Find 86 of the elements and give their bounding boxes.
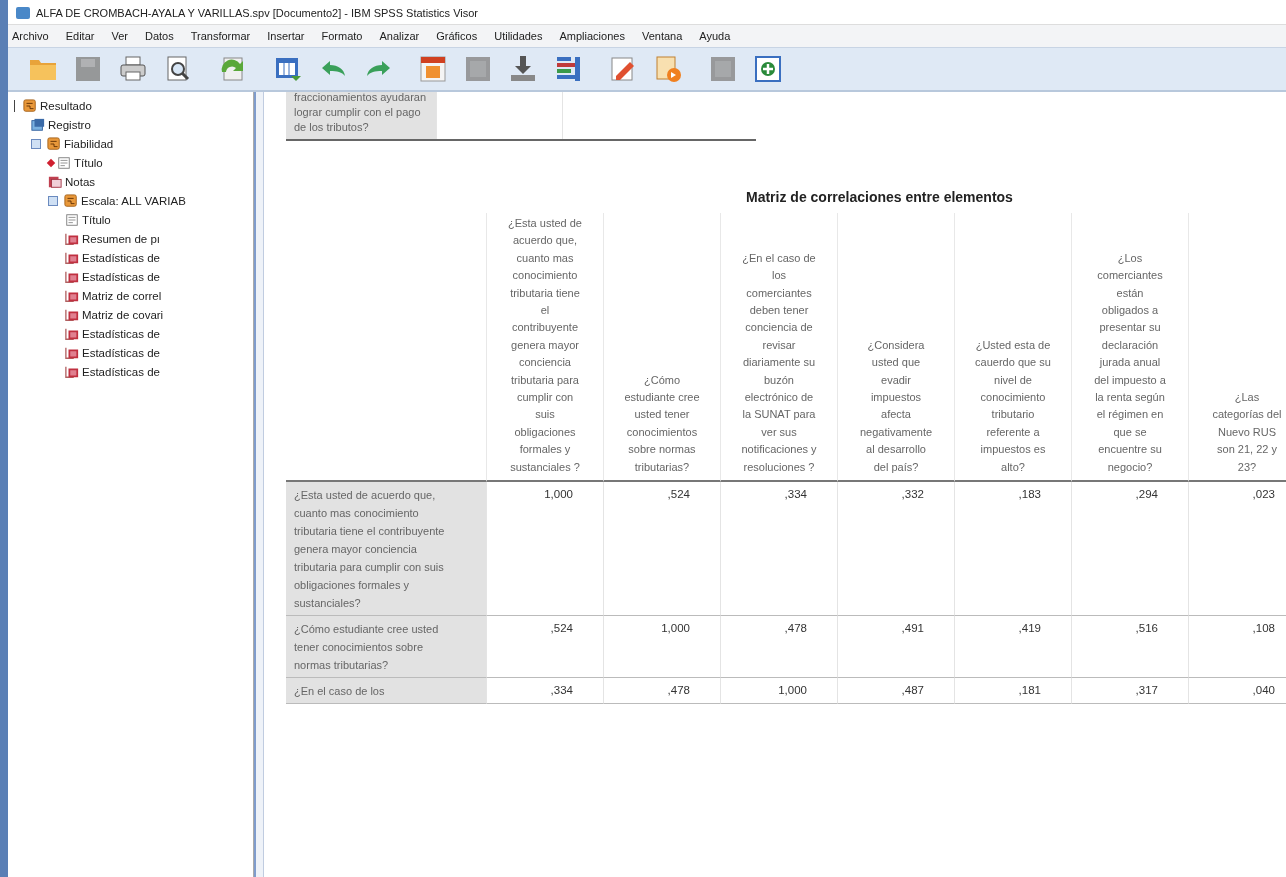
book-icon	[47, 136, 61, 151]
table-icon	[65, 326, 79, 341]
outline-item[interactable]: Notas	[65, 175, 96, 188]
table-icon	[65, 250, 79, 265]
menu-item[interactable]: Ventana	[641, 30, 683, 42]
outline-item[interactable]: Estadísticas de	[82, 365, 160, 378]
table-cell: ,487	[837, 678, 954, 705]
menu-item[interactable]: Archivo	[12, 30, 49, 42]
column-header: ¿Usted esta de cauerdo que su nivel de conocimiento tributario referente a impuestos es alto?	[954, 213, 1071, 483]
table-cell: ,317	[1071, 678, 1188, 705]
table-cell: 1,000	[603, 616, 720, 679]
outline-item[interactable]: Resultado	[40, 99, 92, 112]
table-cell: ,334	[486, 678, 603, 705]
outline-item[interactable]: Escala: ALL VARIAB	[81, 194, 186, 207]
table-cell: ,181	[954, 678, 1071, 705]
table-cell: ,183	[954, 482, 1071, 617]
notes-icon	[48, 174, 62, 189]
column-header: ¿Las categorías del Nuevo RUS son 21, 22 y 23?	[1188, 213, 1286, 483]
menu-item[interactable]: Editar	[65, 30, 95, 42]
outline-item[interactable]: Título	[74, 156, 103, 169]
outline-item[interactable]: Fiabilidad	[64, 137, 114, 150]
row-header-cell: fraccionamientos ayudaran lograr cumplir con el pago de los tributos?	[286, 92, 436, 139]
table-cell: ,478	[603, 678, 720, 705]
table-title: Matriz de correlaciones entre elementos	[746, 189, 1014, 205]
window-title: ALFA DE CROMBACH-AYALA Y VARILLAS.spv [Documento2] - IBM SPSS Statistics Visor	[36, 7, 478, 19]
menu-item[interactable]: Ayuda	[699, 30, 731, 42]
outline-item[interactable]: Registro	[48, 118, 91, 131]
table-icon	[65, 288, 79, 303]
column-header: ¿Esta usted de acuerdo que, cuanto mas conocimiento tributaria tiene el contribuyente genera mayor conciencia tributaria para cumplir con suis obligaciones formales y sustanciales ?	[486, 213, 603, 483]
table-cell: ,478	[720, 616, 837, 679]
menu-item[interactable]: Transformar	[190, 30, 251, 42]
table-cell: ,524	[603, 482, 720, 617]
menu-item[interactable]: Formato	[321, 30, 363, 42]
table-cell: 1,000	[486, 482, 603, 617]
outline-item[interactable]: Estadísticas de	[82, 346, 160, 359]
table-icon	[65, 307, 79, 322]
outline-item[interactable]: Resumen de pı	[82, 232, 160, 245]
document-arrow-icon[interactable]	[653, 54, 683, 84]
table-icon	[65, 345, 79, 360]
column-header: ¿Los comerciantes están obligados a presentar su declaración jurada anual del impuesto a la renta según el régimen en que se encuentre su negocio?	[1071, 213, 1188, 483]
outline-item[interactable]: Título	[82, 213, 111, 226]
outline-item[interactable]: Estadísticas de	[82, 270, 160, 283]
table-cell: ,516	[1071, 616, 1188, 679]
book-icon	[64, 193, 78, 208]
outline-item[interactable]: Matriz de covari	[82, 308, 164, 321]
table-icon	[65, 364, 79, 379]
row-header-cell: ¿Esta usted de acuerdo que, cuanto mas conocimiento tributaria tiene el contribuyente genera mayor conciencia tributaria para cumplir con suis obligaciones formales y sustanciales?	[286, 482, 486, 617]
menu-item[interactable]: Utilidades	[494, 30, 543, 42]
outline-item[interactable]: Matriz de correl	[82, 289, 162, 302]
table-cell: ,419	[954, 616, 1071, 679]
collapse-toggle[interactable]	[31, 138, 41, 149]
column-header: ¿Considera usted que evadir impuestos afecta negativamente al desarrollo del país?	[837, 213, 954, 483]
table-cell: ,040	[1188, 678, 1286, 705]
column-header: ¿En el caso de los comerciantes deben tener conciencia de revisar diariamente su buzón electrónico de la SUNAT para ver sus notificaciones y resoluciones ?	[720, 213, 837, 483]
column-header: ¿Cómo estudiante cree usted tener conocimientos sobre normas tributarias?	[603, 213, 720, 483]
collapse-toggle[interactable]	[48, 195, 58, 206]
log-icon	[31, 117, 45, 132]
table-cell: ,294	[1071, 482, 1188, 617]
table-cell: ,491	[837, 616, 954, 679]
pane-splitter[interactable]	[254, 92, 264, 877]
menu-item[interactable]: Ampliaciones	[559, 30, 625, 42]
table-cell: ,023	[1188, 482, 1286, 617]
printer-icon[interactable]	[118, 54, 148, 84]
row-header-cell: ¿En el caso de los	[286, 678, 486, 705]
table-cell: ,524	[486, 616, 603, 679]
table-cell: ,108	[1188, 616, 1286, 679]
plus-icon[interactable]	[753, 54, 783, 84]
menu-item[interactable]: Insertar	[267, 30, 305, 42]
menu-item[interactable]: Datos	[144, 30, 174, 42]
table-icon	[65, 231, 79, 246]
menu-item[interactable]: Ver	[111, 30, 128, 42]
table-icon	[65, 269, 79, 284]
download-bar-icon[interactable]	[508, 54, 538, 84]
menu-item[interactable]: Analizar	[379, 30, 420, 42]
row-header-cell: ¿Cómo estudiante cree usted tener conocimientos sobre normas tributarias?	[286, 616, 486, 679]
title-page-icon	[65, 212, 79, 227]
window-icon[interactable]	[418, 54, 448, 84]
table-cell: 1,000	[720, 678, 837, 705]
book-icon	[23, 98, 37, 113]
outline-item[interactable]: Estadísticas de	[82, 251, 160, 264]
table-cell: ,334	[720, 482, 837, 617]
outline-item[interactable]: Estadísticas de	[82, 327, 160, 340]
app-icon	[16, 7, 30, 19]
menu-item[interactable]: Gráficos	[436, 30, 478, 42]
table-cell: ,332	[837, 482, 954, 617]
title-page-icon	[57, 155, 71, 170]
